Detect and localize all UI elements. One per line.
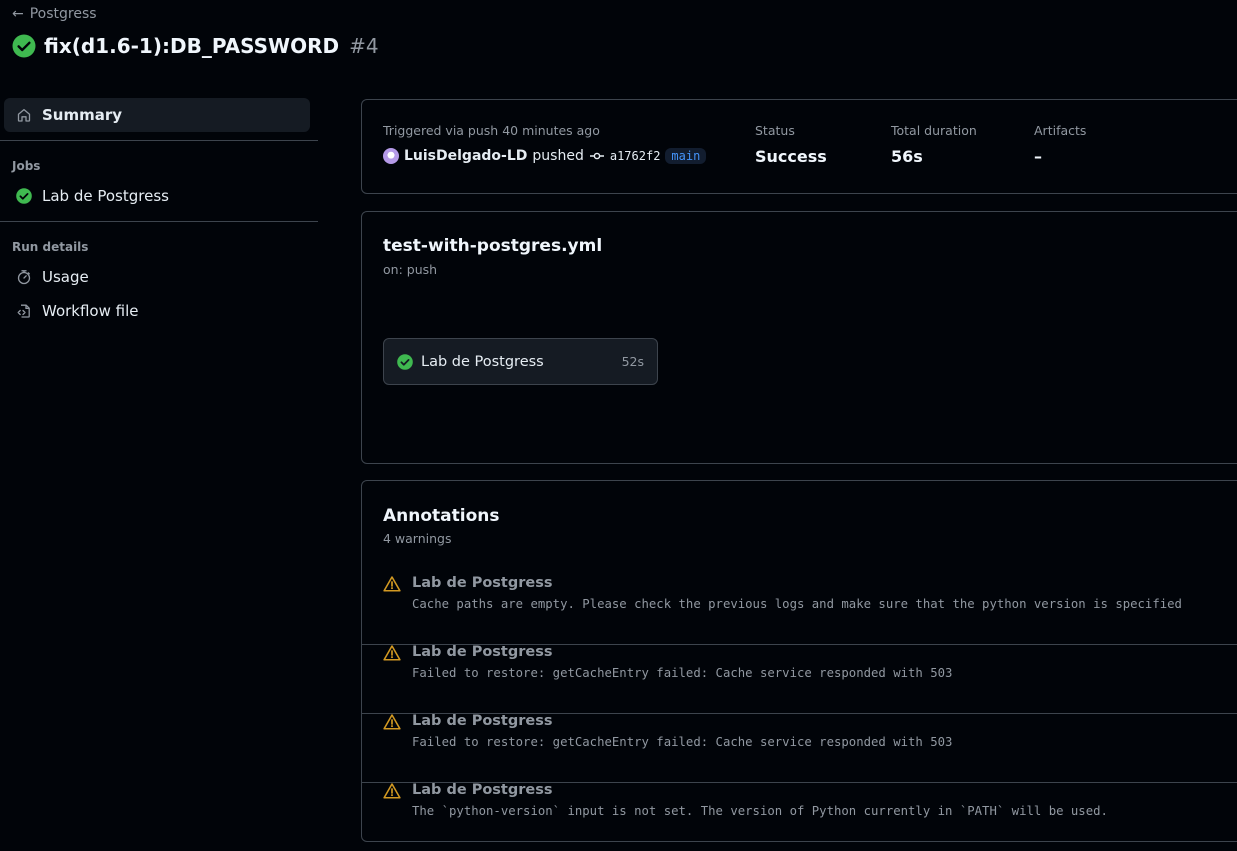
sidebar-item-usage[interactable]: Usage [4, 260, 310, 294]
run-details-heading: Run details [12, 240, 89, 254]
annotation-message: The `python-version` input is not set. T… [412, 804, 1108, 818]
duration-value: 56s [891, 147, 923, 166]
alert-icon [383, 576, 401, 592]
annotations-count: 4 warnings [383, 531, 452, 546]
back-link-label: Postgress [29, 6, 97, 22]
annotation-job-link[interactable]: Lab de Postgress [412, 782, 553, 798]
arrow-left-icon: ← [12, 6, 24, 22]
workflow-graph-card: test-with-postgres.yml on: push Lab de P… [361, 211, 1237, 464]
action-text: pushed [532, 148, 584, 164]
sidebar-divider [0, 140, 318, 141]
sidebar-item-label: Lab de Postgress [42, 187, 169, 205]
annotation-job-link[interactable]: Lab de Postgress [412, 575, 553, 591]
run-number: #4 [349, 34, 379, 58]
status-value: Success [755, 147, 827, 166]
annotation-message: Failed to restore: getCacheEntry failed:… [412, 666, 953, 680]
jobs-heading: Jobs [12, 159, 41, 173]
job-node[interactable]: Lab de Postgress 52s [383, 338, 658, 385]
job-name: Lab de Postgress [421, 353, 544, 370]
branch-badge[interactable]: main [665, 148, 707, 164]
annotation-message: Failed to restore: getCacheEntry failed:… [412, 735, 953, 749]
avatar[interactable] [383, 148, 399, 164]
check-circle-fill-icon [16, 188, 32, 204]
workflow-trigger: on: push [383, 262, 438, 277]
commit-sha-link[interactable]: a1762f2 [610, 149, 661, 163]
trigger-details: LuisDelgado-LD pushed a1762f2 main [383, 148, 707, 164]
sidebar-divider [0, 221, 318, 222]
annotation-item: Lab de Postgress Failed to restore: getC… [362, 713, 1237, 783]
file-code-icon [17, 304, 30, 318]
sidebar-item-label: Summary [42, 106, 123, 124]
run-title-row: fix(d1.6-1):DB_PASSWORD #4 [12, 34, 379, 58]
actor-link[interactable]: LuisDelgado-LD [404, 148, 527, 164]
duration-label: Total duration [891, 123, 977, 138]
git-commit-icon [589, 152, 604, 160]
sidebar-item-workflow-file[interactable]: Workflow file [4, 294, 310, 328]
annotation-job-link[interactable]: Lab de Postgress [412, 713, 553, 729]
run-summary-card: Triggered via push 40 minutes ago LuisDe… [361, 99, 1237, 194]
annotation-job-link[interactable]: Lab de Postgress [412, 644, 553, 660]
job-duration: 52s [621, 354, 644, 369]
page-title: fix(d1.6-1):DB_PASSWORD [44, 34, 340, 58]
workflow-file-name: test-with-postgres.yml [383, 236, 603, 256]
annotation-item: Lab de Postgress The `python-version` in… [362, 782, 1237, 851]
stopwatch-icon [17, 270, 31, 285]
annotations-card: Annotations 4 warnings Lab de Postgress … [361, 480, 1237, 842]
sidebar-item-label: Usage [42, 268, 89, 286]
sidebar-item-summary[interactable]: Summary [4, 98, 310, 132]
sidebar: Summary Jobs Lab de Postgress Run detail… [0, 98, 318, 328]
home-icon [17, 108, 31, 122]
trigger-text: Triggered via push 40 minutes ago [383, 123, 600, 138]
alert-icon [383, 714, 401, 730]
sidebar-item-job[interactable]: Lab de Postgress [4, 179, 310, 213]
alert-icon [383, 783, 401, 799]
artifacts-label: Artifacts [1034, 123, 1087, 138]
sidebar-item-label: Workflow file [42, 302, 139, 320]
check-circle-fill-icon [397, 353, 413, 370]
annotation-item: Lab de Postgress Failed to restore: getC… [362, 644, 1237, 714]
check-circle-fill-icon [12, 34, 36, 58]
annotations-title: Annotations [383, 506, 500, 526]
back-link[interactable]: ← Postgress [12, 6, 97, 22]
alert-icon [383, 645, 401, 661]
artifacts-value: – [1034, 147, 1042, 166]
status-label: Status [755, 123, 795, 138]
annotation-item: Lab de Postgress Cache paths are empty. … [362, 575, 1237, 645]
annotation-message: Cache paths are empty. Please check the … [412, 597, 1182, 611]
